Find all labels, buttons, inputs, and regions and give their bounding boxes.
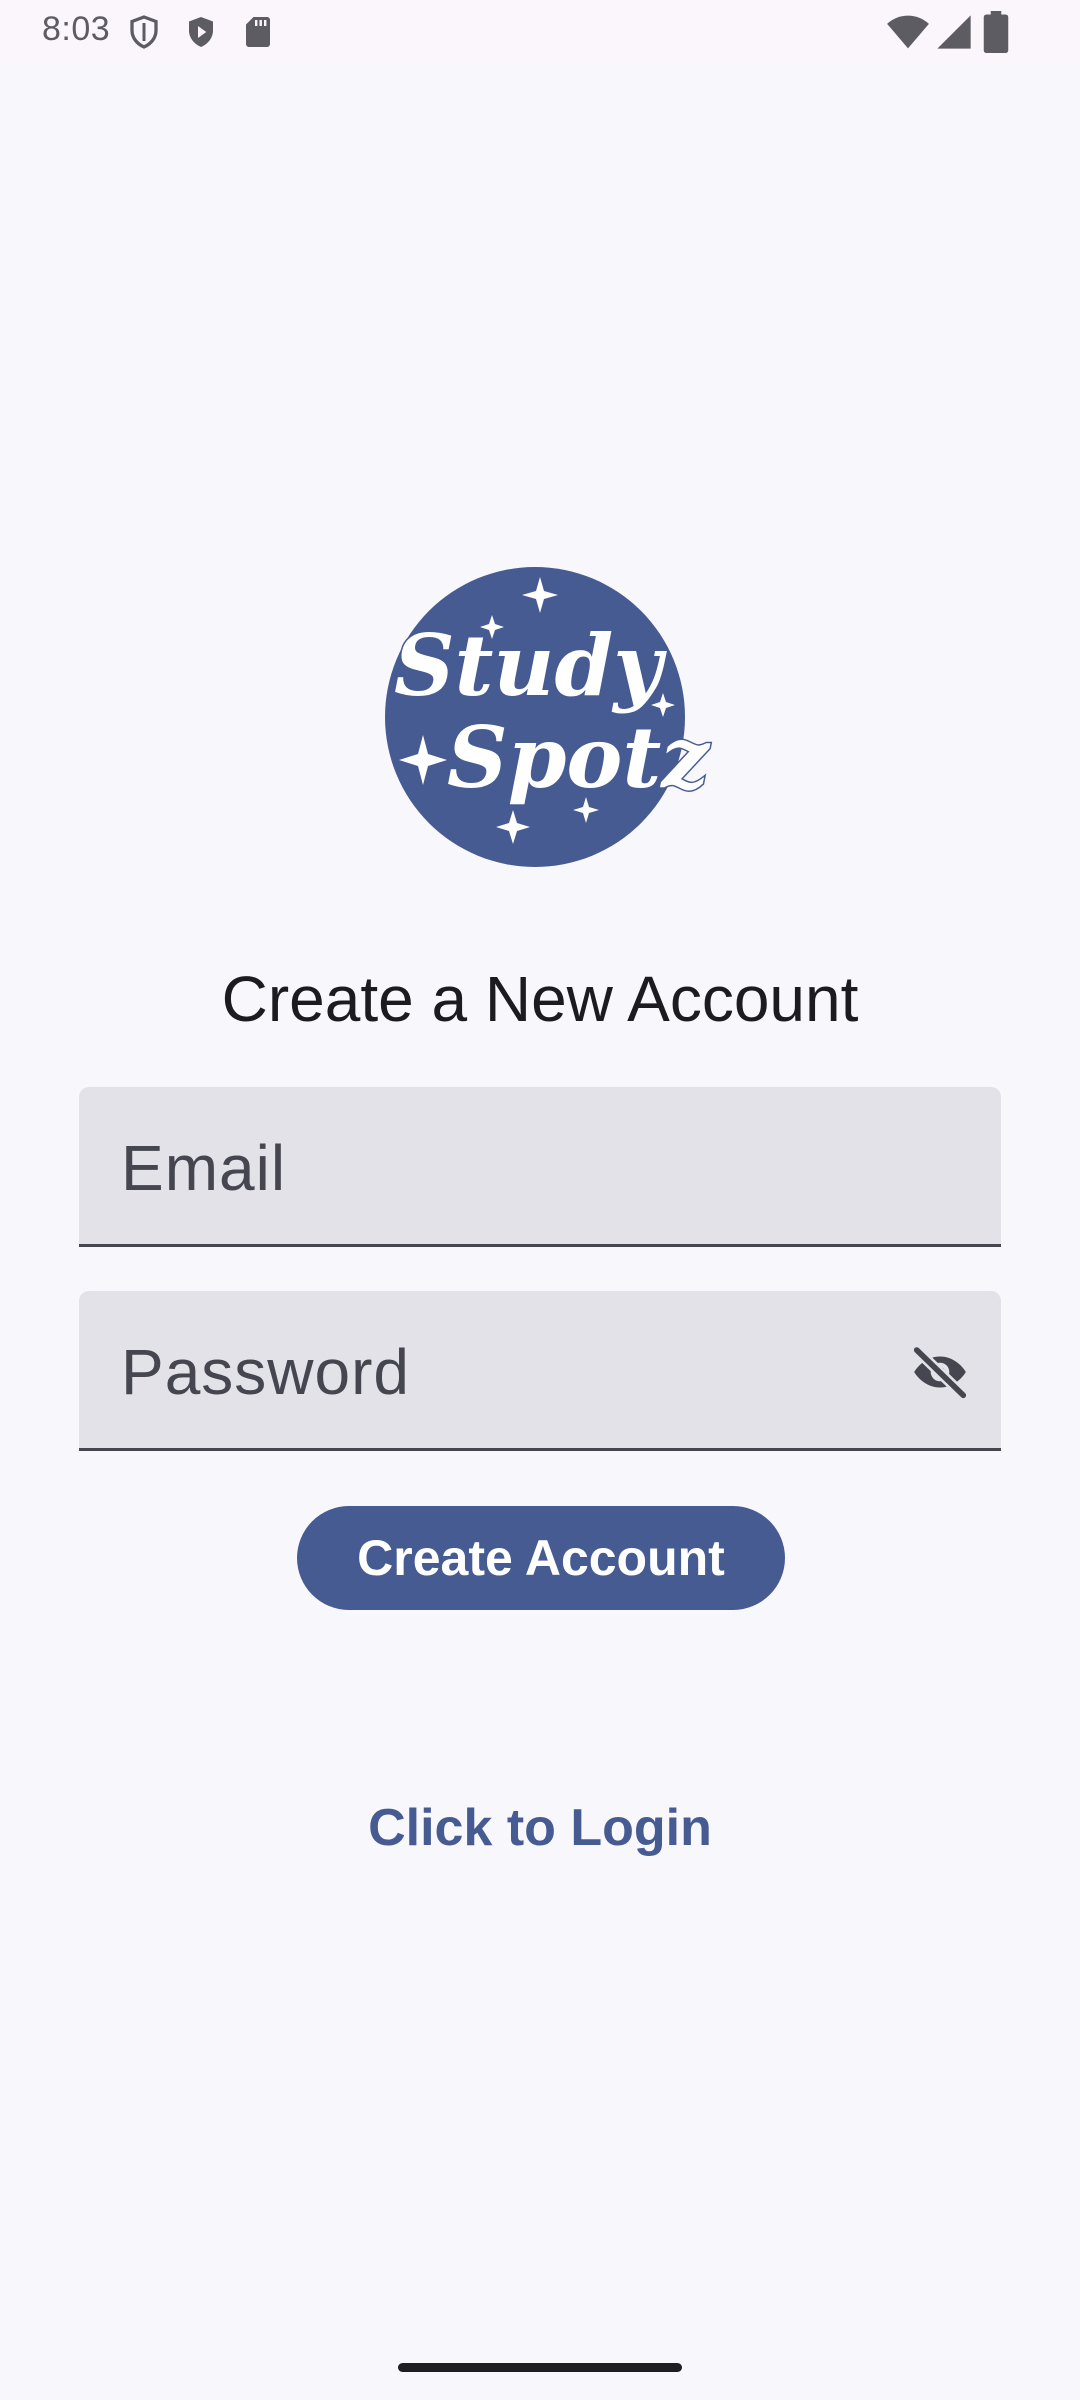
sd-card-icon [246, 17, 270, 47]
wifi-icon [887, 15, 929, 49]
battery-icon [983, 11, 1009, 53]
study-spotz-logo: Study Spotz [385, 567, 713, 867]
visibility-off-icon[interactable] [909, 1341, 971, 1403]
email-field-label: Email [121, 1132, 287, 1204]
svg-text:Study: Study [394, 616, 667, 715]
status-time: 8:03 [42, 10, 111, 48]
create-account-button[interactable]: Create Account [297, 1506, 785, 1610]
password-field-label: Password [121, 1336, 410, 1408]
signal-icon [937, 15, 971, 49]
svg-text:Spotz: Spotz [447, 708, 711, 807]
home-indicator[interactable] [398, 2363, 682, 2372]
create-account-screen: 8:03 Study Spotz Create a New Account Em… [0, 0, 1080, 2400]
play-shield-icon [189, 17, 213, 47]
email-field[interactable]: Email [79, 1087, 1001, 1247]
shield-outline-icon [130, 15, 158, 49]
page-title: Create a New Account [221, 963, 859, 1035]
login-link[interactable]: Click to Login [0, 1798, 1080, 1858]
password-field[interactable]: Password [79, 1291, 1001, 1451]
status-bar: 8:03 [0, 0, 1080, 64]
